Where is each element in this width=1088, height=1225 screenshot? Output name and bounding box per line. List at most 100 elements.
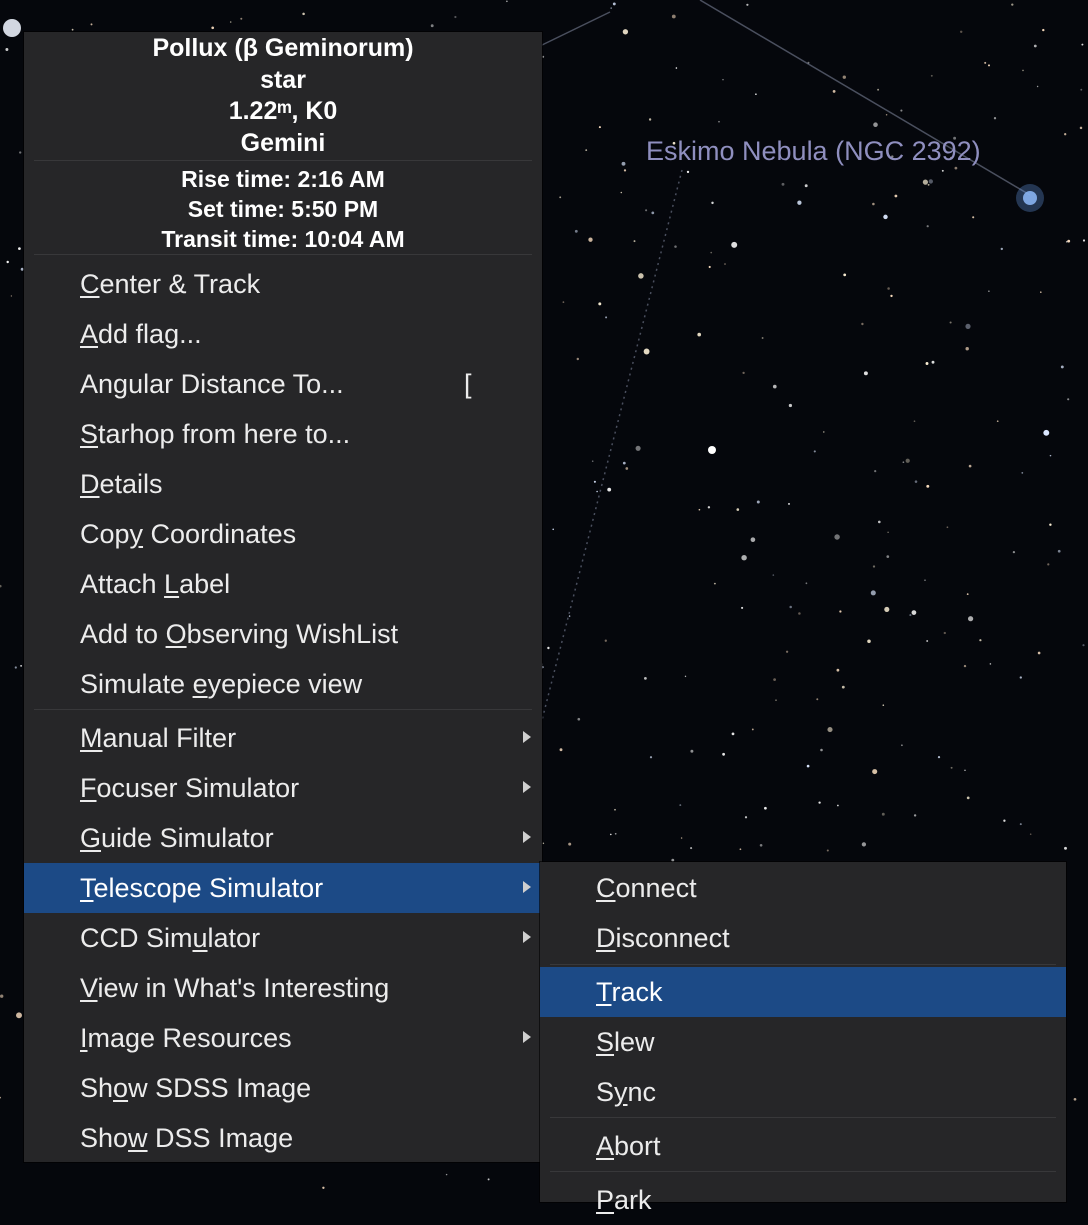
star xyxy=(612,2,616,6)
star xyxy=(773,678,776,681)
star xyxy=(649,756,653,759)
star xyxy=(931,360,935,364)
menu-item-starhop[interactable]: Starhop from here to... xyxy=(24,409,542,459)
submenu-item-abort[interactable]: Abort xyxy=(540,1121,1066,1171)
star xyxy=(1012,550,1016,554)
star xyxy=(1037,651,1041,655)
star xyxy=(645,209,648,212)
star xyxy=(1049,523,1052,526)
star xyxy=(605,316,608,319)
menu-item-ccd-simulator[interactable]: CCD Simulator xyxy=(24,913,542,963)
star xyxy=(610,7,612,9)
star xyxy=(949,321,952,324)
separator xyxy=(34,709,532,710)
star xyxy=(941,169,944,172)
star xyxy=(622,29,629,35)
star xyxy=(690,749,694,753)
star xyxy=(1000,247,1003,251)
menu-item-manual-filter[interactable]: Manual Filter xyxy=(24,713,542,763)
menu-item-focuser-simulator[interactable]: Focuser Simulator xyxy=(24,763,542,813)
star xyxy=(804,184,808,188)
star xyxy=(1057,549,1061,553)
set-time: Set time: 5:50 PM xyxy=(187,196,379,222)
star xyxy=(756,500,760,504)
menu-item-view-whats-interesting[interactable]: View in What's Interesting xyxy=(24,963,542,1013)
submenu-item-sync[interactable]: Sync xyxy=(540,1067,1066,1117)
star xyxy=(861,842,867,847)
star xyxy=(966,796,970,800)
star xyxy=(585,149,588,151)
object-constellation: Gemini xyxy=(240,129,326,157)
submenu-item-park[interactable]: Park xyxy=(540,1175,1066,1225)
star xyxy=(867,639,871,644)
star xyxy=(872,565,876,568)
menu-item-add-to-wishlist[interactable]: Add to Observing WishList xyxy=(24,609,542,659)
star xyxy=(506,0,508,3)
star xyxy=(690,847,693,850)
star xyxy=(625,467,629,470)
star xyxy=(926,484,930,488)
menu-item-details[interactable]: Details xyxy=(24,459,542,509)
star xyxy=(884,606,890,612)
star xyxy=(623,169,627,172)
separator xyxy=(34,254,532,255)
star xyxy=(1033,44,1037,48)
menu-item-telescope-simulator[interactable]: Telescope Simulator xyxy=(24,863,542,913)
star xyxy=(1040,291,1042,293)
submenu-item-slew[interactable]: Slew xyxy=(540,1017,1066,1067)
shortcut-key: [ xyxy=(464,369,472,399)
submenu-arrow-icon xyxy=(523,781,531,793)
star xyxy=(547,646,550,650)
star xyxy=(937,755,941,759)
submenu-item-connect[interactable]: Connect xyxy=(540,863,1066,913)
star xyxy=(959,30,963,34)
menu-item-show-dss-image[interactable]: Show DSS Image xyxy=(24,1113,542,1163)
star xyxy=(788,502,790,505)
star xyxy=(966,593,969,595)
star xyxy=(887,287,890,290)
rise-time: Rise time: 2:16 AM xyxy=(181,166,385,192)
star xyxy=(877,88,880,91)
star xyxy=(964,769,966,772)
star xyxy=(1060,365,1064,369)
star xyxy=(928,179,933,184)
menu-item-copy-coordinates[interactable]: Copy Coordinates xyxy=(24,509,542,559)
star xyxy=(609,833,612,836)
star xyxy=(863,371,868,376)
submenu-arrow-icon xyxy=(523,931,531,943)
star xyxy=(870,590,876,596)
star xyxy=(211,26,215,30)
menu-item-add-flag[interactable]: Add flag... xyxy=(24,309,542,359)
nebula-label[interactable]: Eskimo Nebula (NGC 2392) xyxy=(646,136,981,167)
star xyxy=(739,848,742,851)
menu-item-center-track[interactable]: Center & Track xyxy=(24,259,542,309)
star xyxy=(322,1186,325,1189)
menu-item-show-sdss-image[interactable]: Show SDSS Image xyxy=(24,1063,542,1113)
star xyxy=(798,612,801,615)
star xyxy=(827,727,833,733)
submenu-item-disconnect[interactable]: Disconnect xyxy=(540,913,1066,963)
star xyxy=(881,812,885,816)
star xyxy=(874,470,877,473)
star xyxy=(604,639,607,642)
star xyxy=(568,615,571,617)
submenu-item-track[interactable]: Track xyxy=(540,967,1066,1017)
star xyxy=(598,126,601,129)
star xyxy=(797,200,802,205)
star xyxy=(736,508,740,511)
star xyxy=(1021,472,1024,474)
star xyxy=(890,294,893,298)
star xyxy=(979,639,982,642)
menu-item-image-resources[interactable]: Image Resources xyxy=(24,1013,542,1063)
star xyxy=(559,196,562,199)
star xyxy=(0,584,2,588)
star xyxy=(576,357,580,361)
star xyxy=(1022,69,1024,72)
star xyxy=(761,337,764,339)
menu-item-attach-label[interactable]: Attach Label xyxy=(24,559,542,609)
menu-item-simulate-eyepiece[interactable]: Simulate eyepiece view xyxy=(24,659,542,709)
menu-item-angular-distance[interactable]: Angular Distance To...[ xyxy=(24,359,542,409)
submenu-arrow-icon xyxy=(523,1031,531,1043)
star xyxy=(713,582,716,585)
menu-item-guide-simulator[interactable]: Guide Simulator xyxy=(24,813,542,863)
